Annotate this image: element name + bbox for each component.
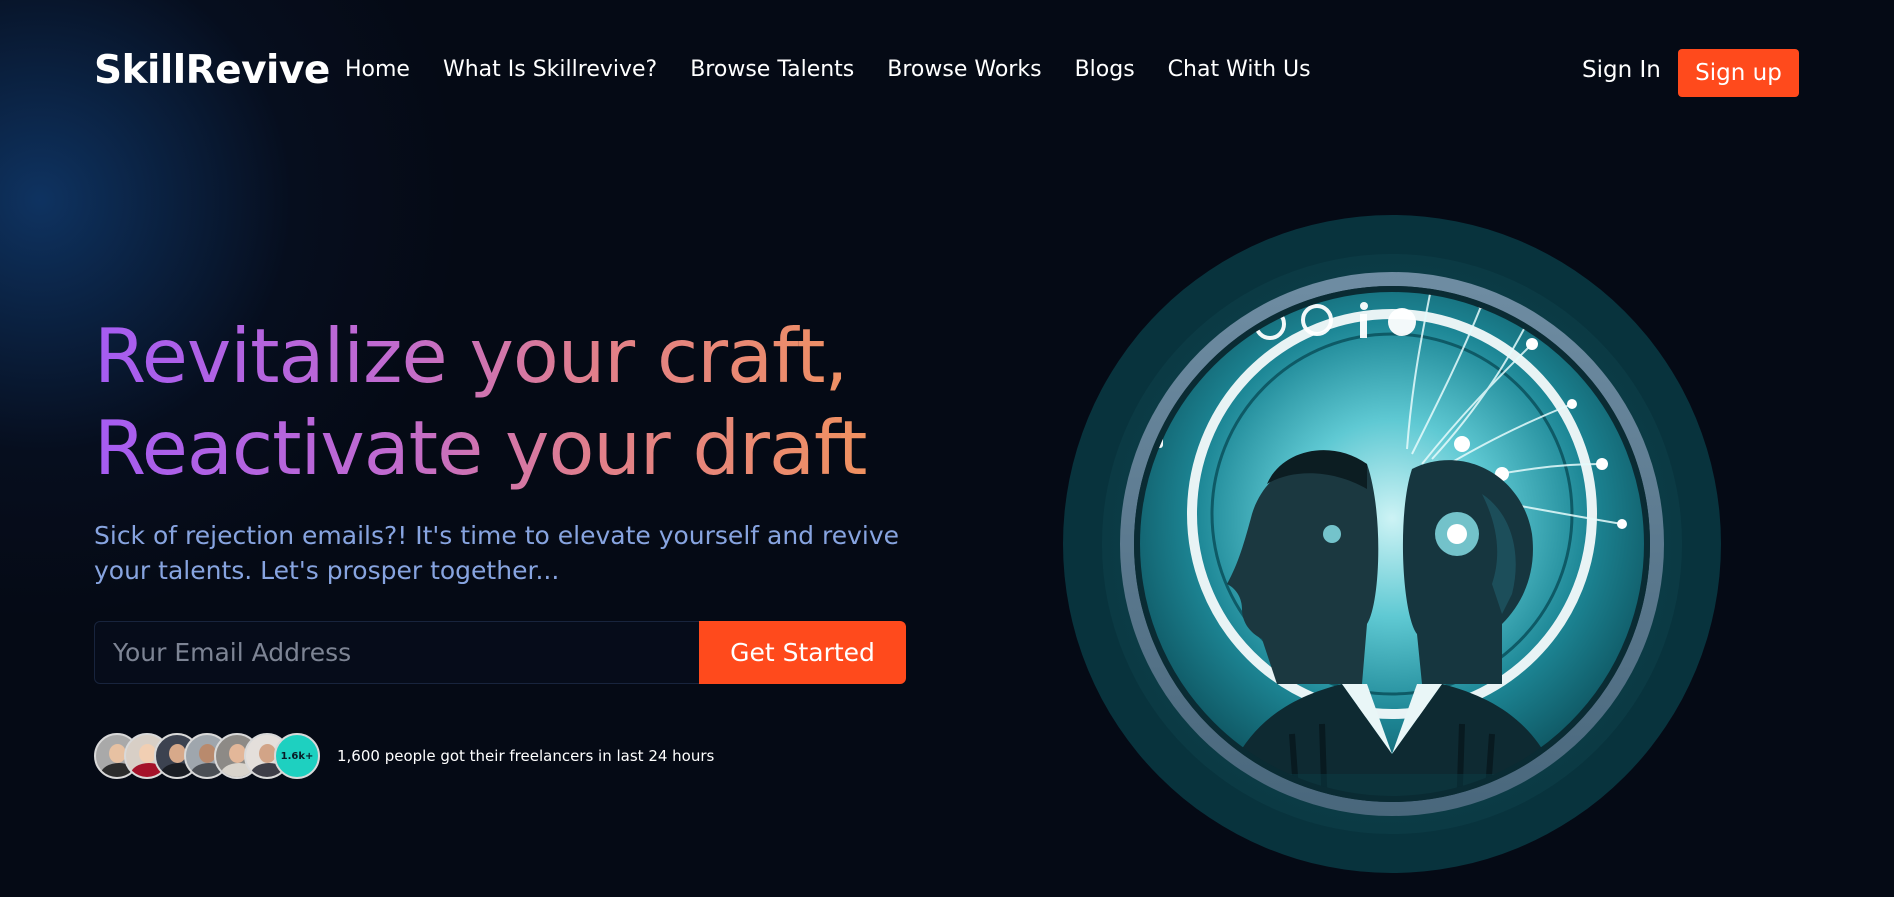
hero-headline-line-1: Revitalize your craft, [94, 312, 848, 400]
sign-in-link[interactable]: Sign In [1582, 57, 1661, 83]
email-input[interactable] [95, 622, 699, 683]
nav-link-what-is-skillrevive[interactable]: What Is Skillrevive? [443, 57, 657, 82]
hero-headline-line-2: Reactivate your draft [94, 404, 867, 492]
freelancer-count-badge: 1.6k+ [274, 733, 320, 779]
nav-link-home[interactable]: Home [345, 57, 410, 82]
social-proof-text: 1,600 people got their freelancers in la… [337, 747, 715, 765]
nav-link-browse-talents[interactable]: Browse Talents [690, 57, 854, 82]
ai-twin-heads-illustration [1063, 215, 1721, 873]
nav-links: Home What Is Skillrevive? Browse Talents… [345, 57, 1311, 82]
top-navbar: SkillRevive Home What Is Skillrevive? Br… [0, 0, 1894, 145]
email-field-wrapper [94, 621, 700, 684]
hero-headline: Revitalize your craft, Reactivate your d… [94, 310, 866, 494]
hero-subtitle: Sick of rejection emails?! It's time to … [94, 521, 900, 585]
avatar-stack: 1.6k+ [94, 733, 320, 779]
nav-link-chat-with-us[interactable]: Chat With Us [1168, 57, 1311, 82]
get-started-button[interactable]: Get Started [699, 621, 906, 684]
sign-up-button[interactable]: Sign up [1678, 49, 1799, 97]
nav-link-browse-works[interactable]: Browse Works [887, 57, 1041, 82]
brand-logo[interactable]: SkillRevive [94, 48, 330, 93]
nav-link-blogs[interactable]: Blogs [1075, 57, 1135, 82]
